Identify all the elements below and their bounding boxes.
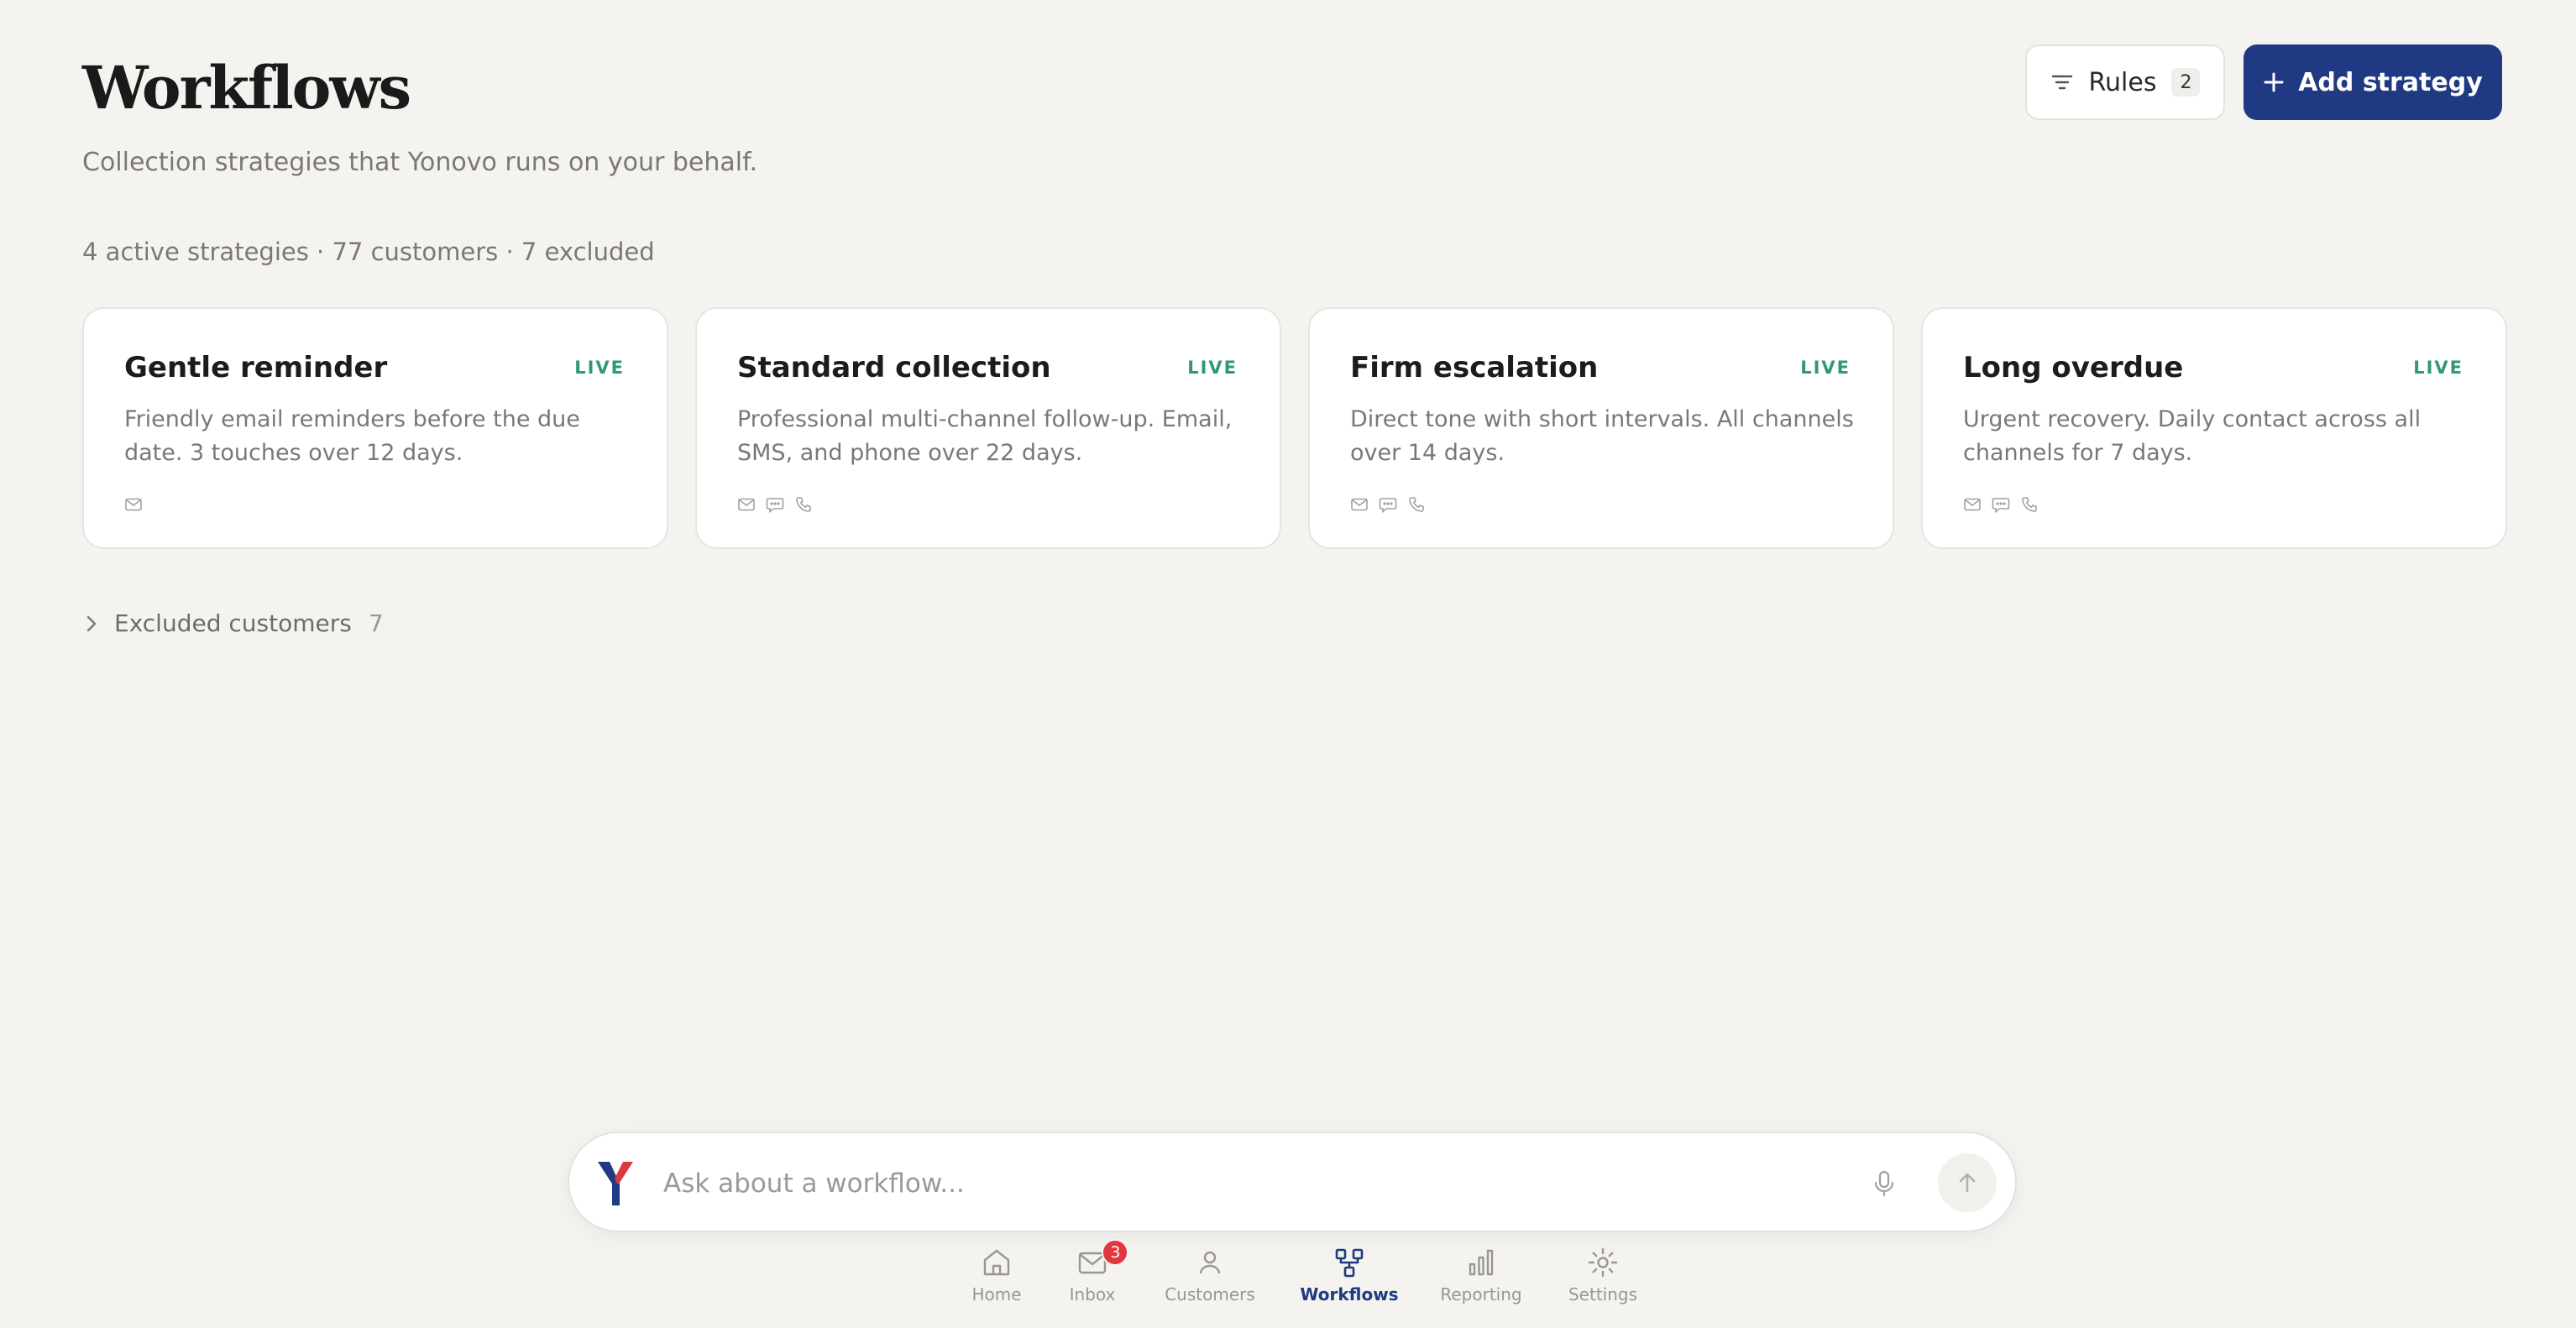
- strategy-title: Gentle reminder: [124, 351, 388, 384]
- chat-input[interactable]: [663, 1158, 1755, 1209]
- nav-item-workflows[interactable]: Workflows: [1280, 1246, 1419, 1304]
- page-subtitle: Collection strategies that Yonovo runs o…: [82, 148, 757, 177]
- strategy-title: Long overdue: [1963, 351, 2184, 384]
- home-icon: [983, 1249, 1010, 1276]
- strategy-card-long-overdue[interactable]: Long overdue LIVE Urgent recovery. Daily…: [1921, 307, 2507, 549]
- status-badge: LIVE: [1800, 358, 1851, 378]
- strategy-card-standard-collection[interactable]: Standard collection LIVE Professional mu…: [695, 307, 1281, 549]
- add-strategy-button[interactable]: Add strategy: [2244, 44, 2502, 120]
- strategy-title: Firm escalation: [1350, 351, 1599, 384]
- strategy-description: Urgent recovery. Daily contact across al…: [1963, 406, 2422, 466]
- nav-label: Inbox: [1069, 1284, 1116, 1304]
- workflows-page: Workflows Collection strategies that Yon…: [0, 0, 2576, 1328]
- phone-icon: [1409, 497, 1424, 512]
- mail-icon: [1964, 498, 1981, 511]
- microphone-icon[interactable]: [1869, 1169, 1899, 1199]
- phone-icon: [2022, 497, 2037, 512]
- nav-label: Home: [971, 1284, 1022, 1304]
- excluded-customers-toggle[interactable]: Excluded customers 7: [82, 609, 384, 637]
- status-badge: LIVE: [2413, 358, 2463, 378]
- channel-icons: [124, 495, 143, 514]
- rules-button[interactable]: Rules 2: [2025, 44, 2225, 120]
- nav-label: Settings: [1568, 1284, 1638, 1304]
- status-badge: LIVE: [1187, 358, 1238, 378]
- nav-item-inbox[interactable]: 3 Inbox: [1045, 1239, 1140, 1304]
- nav-item-home[interactable]: Home: [949, 1246, 1045, 1304]
- plus-icon: [2264, 72, 2284, 92]
- strategy-description: Professional multi-channel follow-up. Em…: [737, 406, 1233, 466]
- arrow-up-icon: [1959, 1173, 1976, 1193]
- mail-icon: [1351, 498, 1368, 511]
- nav-label: Workflows: [1300, 1284, 1399, 1304]
- mail-icon: [738, 498, 755, 511]
- channel-icons: [737, 495, 813, 514]
- strategy-summary: 4 active strategies · 77 customers · 7 e…: [82, 238, 655, 266]
- bar-chart-icon: [1469, 1249, 1494, 1276]
- nav-item-reporting[interactable]: Reporting: [1419, 1246, 1543, 1304]
- nav-item-settings[interactable]: Settings: [1543, 1246, 1662, 1304]
- excluded-label: Excluded customers: [114, 609, 352, 637]
- mail-icon: [125, 498, 142, 511]
- rules-label: Rules: [2088, 67, 2157, 97]
- yonovo-logo-icon: [598, 1162, 633, 1205]
- add-strategy-label: Add strategy: [2298, 67, 2483, 97]
- inbox-badge: 3: [1102, 1239, 1129, 1266]
- phone-icon: [796, 497, 811, 512]
- strategy-description: Friendly email reminders before the due …: [124, 406, 580, 466]
- sms-icon: [1379, 498, 1397, 514]
- channel-icons: [1963, 495, 2039, 514]
- gear-icon: [1588, 1247, 1618, 1278]
- nav-item-customers[interactable]: Customers: [1140, 1246, 1280, 1304]
- filter-icon: [2051, 75, 2072, 90]
- status-badge: LIVE: [574, 358, 625, 378]
- strategy-title: Standard collection: [737, 351, 1051, 384]
- rules-count-badge: 2: [2171, 68, 2201, 97]
- chat-bar: [568, 1132, 2017, 1232]
- nav-label: Reporting: [1440, 1284, 1522, 1304]
- chevron-right-icon: [86, 615, 97, 631]
- channel-icons: [1350, 495, 1426, 514]
- strategy-card-gentle-reminder[interactable]: Gentle reminder LIVE Friendly email remi…: [82, 307, 668, 549]
- workflow-icon: [1335, 1248, 1364, 1278]
- page-title: Workflows: [82, 53, 411, 123]
- user-icon: [1199, 1251, 1221, 1274]
- send-button[interactable]: [1938, 1153, 1997, 1212]
- bottom-nav: Home 3 Inbox Customers Workflows Reporti…: [949, 1239, 1662, 1304]
- strategy-cards: Gentle reminder LIVE Friendly email remi…: [82, 307, 2507, 549]
- sms-icon: [766, 498, 784, 514]
- nav-label: Customers: [1165, 1284, 1255, 1304]
- sms-icon: [1992, 498, 2010, 514]
- strategy-description: Direct tone with short intervals. All ch…: [1350, 406, 1854, 466]
- excluded-count: 7: [368, 609, 384, 637]
- strategy-card-firm-escalation[interactable]: Firm escalation LIVE Direct tone with sh…: [1308, 307, 1894, 549]
